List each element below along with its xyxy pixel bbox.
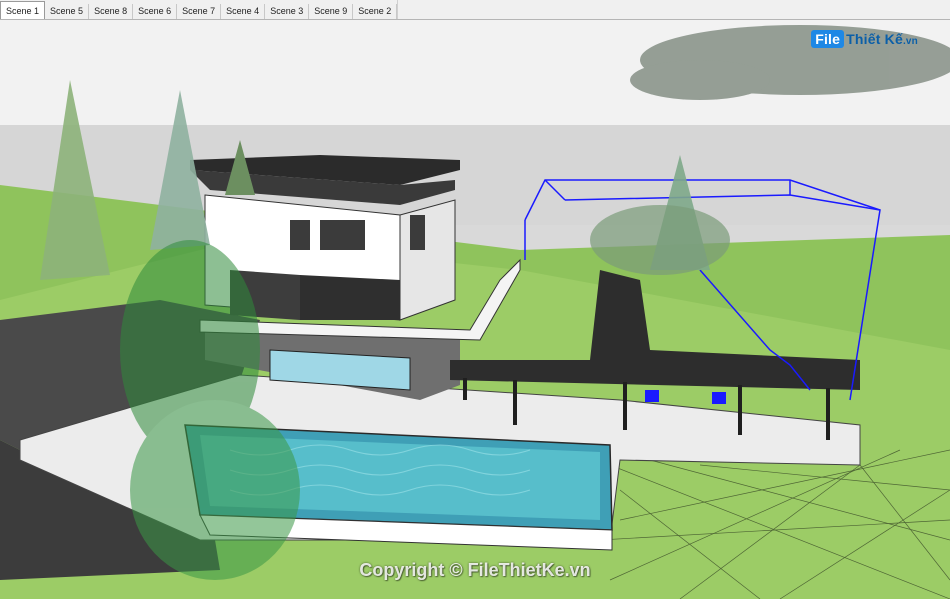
logo-text: Thiết Kế [846,31,903,47]
tab-scene-2[interactable]: Scene 2 [353,4,398,19]
tab-scene-9[interactable]: Scene 9 [309,4,354,19]
tab-scene-6[interactable]: Scene 6 [133,4,178,19]
tab-scene-5[interactable]: Scene 5 [45,4,90,19]
window-3 [410,215,425,250]
3d-viewport[interactable]: File Thiết Kế.vn Copyright © FileThietKe.… [0,20,950,599]
window-1 [290,220,310,250]
logo-badge: File [811,30,845,48]
tab-scene-1[interactable]: Scene 1 [0,1,46,19]
copyright-watermark: Copyright © FileThietKe.vn [359,560,591,580]
dark-panel [300,275,400,320]
tab-scene-8[interactable]: Scene 8 [89,4,134,19]
tab-scene-4[interactable]: Scene 4 [221,4,266,19]
logo-suffix: .vn [902,36,918,47]
scene-tab-bar: Scene 1 Scene 5 Scene 8 Scene 6 Scene 7 … [0,0,950,20]
tabbar-filler [397,0,950,19]
window-2 [320,220,365,250]
upper-side [399,199,456,321]
model-scene [0,20,950,599]
tab-scene-3[interactable]: Scene 3 [265,4,310,19]
watermark-logo: File Thiết Kế.vn [811,30,918,48]
garden-tree [590,205,730,275]
tab-scene-7[interactable]: Scene 7 [177,4,222,19]
